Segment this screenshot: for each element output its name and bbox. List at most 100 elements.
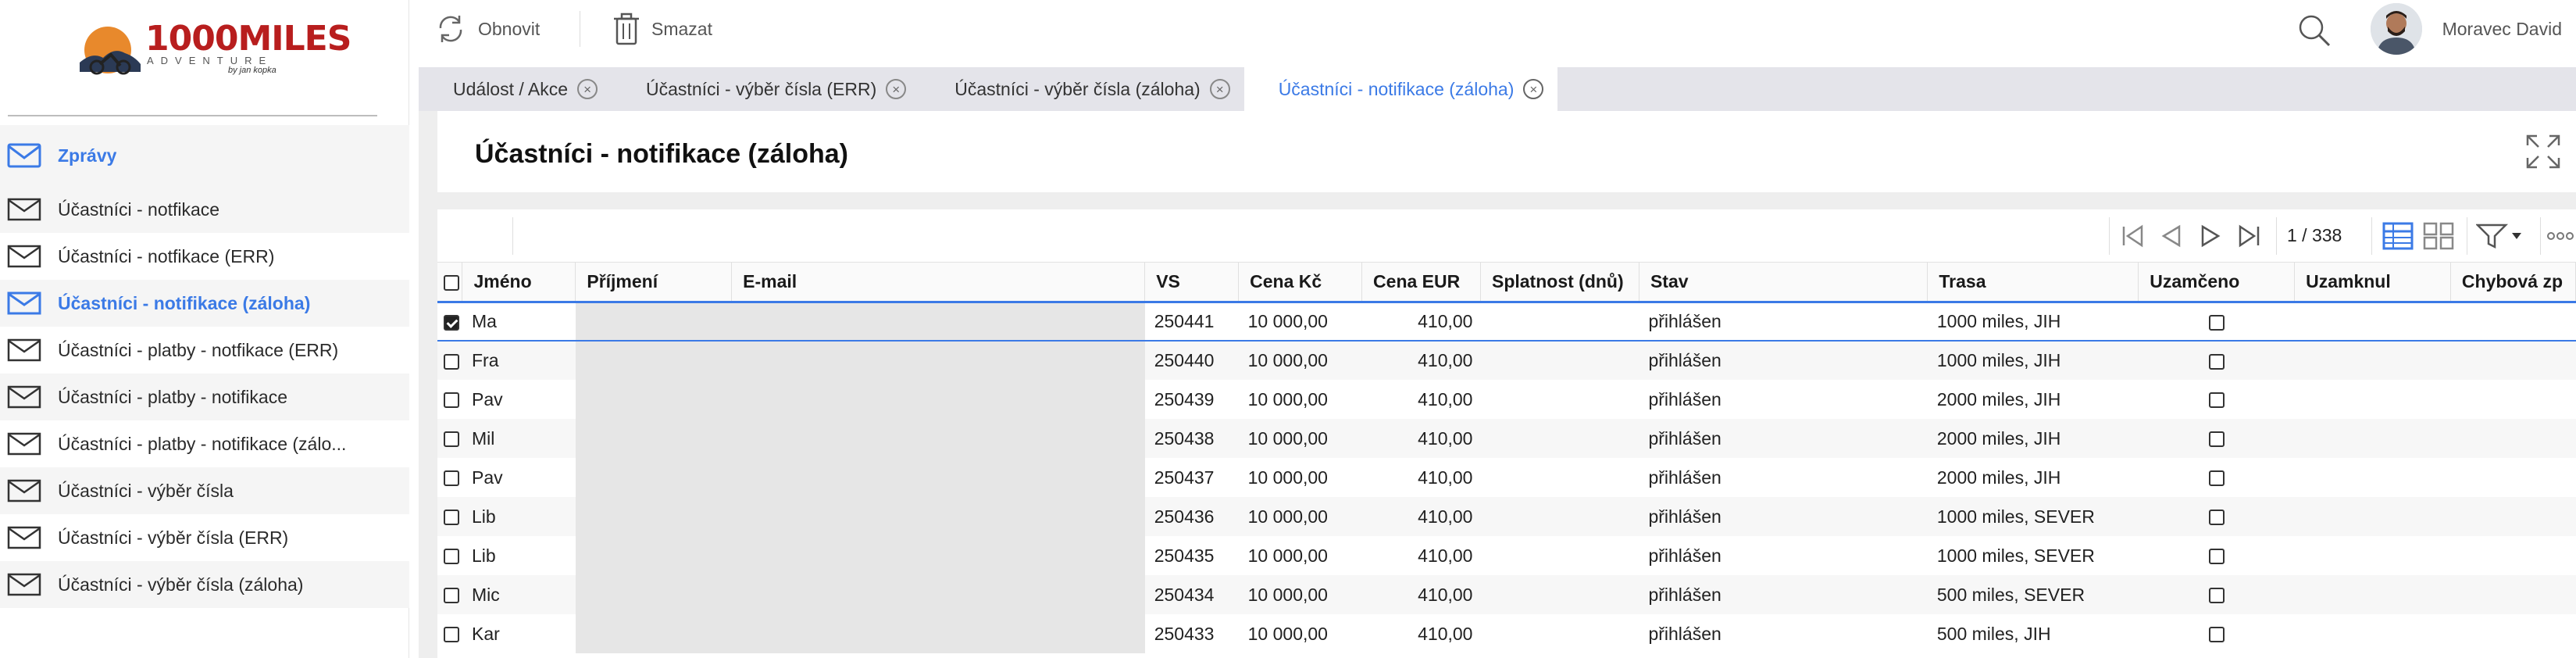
- column-header-vs[interactable]: VS: [1144, 263, 1240, 303]
- tab-vyber-cisla-err[interactable]: Účastníci - výběr čísla (ERR) ×: [612, 67, 920, 111]
- toolbar-divider: [2109, 217, 2110, 255]
- locked-checkbox[interactable]: [2208, 627, 2225, 643]
- cell-vs: 250440: [1144, 341, 1239, 380]
- tab-label: Účastníci - výběr čísla (ERR): [646, 78, 877, 99]
- user-menu[interactable]: Moravec David: [2370, 0, 2562, 58]
- select-all-checkbox[interactable]: [444, 274, 459, 291]
- cell-trasa: 2000 miles, JIH: [1927, 419, 2139, 458]
- tab-udalost-akce[interactable]: Událost / Akce ×: [419, 67, 612, 111]
- column-header-stav[interactable]: Stav: [1639, 263, 1928, 303]
- next-page-icon[interactable]: [2196, 222, 2225, 250]
- table-row[interactable]: Lib 250435 10 000,00 410,00 přihlášen 1000 mi…: [437, 536, 2576, 575]
- cell-chybova-zprava: [2450, 536, 2575, 575]
- sidebar-item-label: Účastníci - platby - notfikace (ERR): [58, 339, 339, 360]
- tab-notifikace-zaloha[interactable]: Účastníci - notifikace (záloha) ×: [1243, 67, 1558, 111]
- locked-checkbox[interactable]: [2208, 314, 2225, 331]
- row-checkbox[interactable]: [444, 470, 459, 487]
- locked-checkbox[interactable]: [2208, 431, 2225, 448]
- cell-uzamceno: [2139, 458, 2295, 497]
- sidebar-item-notifikace[interactable]: Účastníci - notfikace: [0, 186, 409, 233]
- locked-checkbox[interactable]: [2208, 588, 2225, 604]
- sidebar-item-zpravy[interactable]: Zprávy: [0, 125, 409, 186]
- row-checkbox[interactable]: [444, 353, 459, 370]
- filter-icon[interactable]: [2476, 222, 2526, 250]
- row-checkbox[interactable]: [444, 627, 459, 643]
- table-row[interactable]: Mic 250434 10 000,00 410,00 přihlášen 500 mil…: [437, 575, 2576, 614]
- sidebar-item-label: Účastníci - výběr čísla (záloha): [58, 574, 304, 595]
- refresh-button[interactable]: Obnovit: [433, 9, 540, 48]
- cell-prijmeni-redacted: [575, 341, 732, 380]
- column-header-chybova-zprava[interactable]: Chybová zp: [2450, 263, 2576, 303]
- last-page-icon[interactable]: [2235, 222, 2264, 250]
- sidebar-item-vyber-cisla-err[interactable]: Účastníci - výběr čísla (ERR): [0, 514, 409, 561]
- row-checkbox[interactable]: [444, 431, 459, 448]
- cell-stav: přihlášen: [1648, 467, 1721, 488]
- sidebar-item-notifikace-zaloha[interactable]: Účastníci - notifikace (záloha): [0, 280, 409, 327]
- cell-email-redacted: [731, 575, 1145, 614]
- cell-jmeno: Pav: [471, 388, 503, 409]
- delete-label: Smazat: [651, 18, 712, 39]
- row-checkbox[interactable]: [444, 314, 459, 331]
- page-title: Účastníci - notifikace (záloha): [475, 139, 848, 169]
- cell-email-redacted: [731, 419, 1145, 458]
- close-icon[interactable]: ×: [1209, 79, 1230, 99]
- close-icon[interactable]: ×: [577, 79, 598, 99]
- tab-vyber-cisla-zaloha[interactable]: Účastníci - výběr čísla (záloha) ×: [920, 67, 1243, 111]
- table-view-icon[interactable]: [2382, 222, 2414, 250]
- column-header-trasa[interactable]: Trasa: [1927, 263, 2139, 303]
- previous-page-icon[interactable]: [2157, 222, 2185, 250]
- table-row[interactable]: Pav 250437 10 000,00 410,00 přihlášen 2000 mi…: [437, 458, 2576, 497]
- locked-checkbox[interactable]: [2208, 510, 2225, 526]
- table-row[interactable]: Fra 250440 10 000,00 410,00 přihlášen 1000 mi…: [437, 341, 2576, 380]
- table-row[interactable]: Lib 250436 10 000,00 410,00 přihlášen 1000 mi…: [437, 497, 2576, 536]
- cell-stav: přihlášen: [1639, 301, 1928, 342]
- column-header-email[interactable]: E-mail: [731, 263, 1146, 303]
- row-checkbox[interactable]: [444, 588, 459, 604]
- mail-icon: [6, 290, 42, 316]
- table-row[interactable]: Pav 250439 10 000,00 410,00 přihlášen 2000 mi…: [437, 380, 2576, 419]
- cell-splatnost: [1480, 341, 1639, 380]
- cell-splatnost: [1480, 536, 1639, 575]
- locked-checkbox[interactable]: [2208, 392, 2225, 409]
- table-row[interactable]: Mil 250438 10 000,00 410,00 přihlášen 2000 mi…: [437, 419, 2576, 458]
- column-header-cena-eur[interactable]: Cena EUR: [1361, 263, 1481, 303]
- sidebar-item-vyber-cisla-zaloha[interactable]: Účastníci - výběr čísla (záloha): [0, 561, 409, 608]
- cell-cena-kc: 10 000,00: [1247, 623, 1328, 644]
- row-checkbox[interactable]: [444, 392, 459, 409]
- locked-checkbox[interactable]: [2208, 353, 2225, 370]
- sidebar-item-notifikace-err[interactable]: Účastníci - notfikace (ERR): [0, 233, 409, 280]
- sidebar-item-platby-notifikace[interactable]: Účastníci - platby - notifikace: [0, 374, 409, 420]
- search-icon[interactable]: [2296, 13, 2332, 48]
- expand-icon[interactable]: [2524, 133, 2562, 170]
- row-checkbox[interactable]: [444, 510, 459, 526]
- locked-checkbox[interactable]: [2208, 549, 2225, 565]
- data-table: Jméno Příjmení E-mail VS Cena Kč Cena EU…: [437, 263, 2576, 653]
- column-header-splatnost[interactable]: Splatnost (dnů): [1480, 263, 1639, 303]
- cell-prijmeni-redacted: [575, 575, 732, 614]
- locked-checkbox[interactable]: [2208, 470, 2225, 487]
- cell-uzamceno: [2138, 341, 2295, 380]
- cell-vs: 250441: [1144, 301, 1239, 342]
- column-header-prijmeni[interactable]: Příjmení: [575, 263, 733, 303]
- first-page-icon[interactable]: [2118, 222, 2146, 250]
- tile-view-icon[interactable]: [2423, 222, 2454, 250]
- column-header-cena-kc[interactable]: Cena Kč: [1238, 263, 1363, 303]
- column-header-uzamceno[interactable]: Uzamčeno: [2138, 263, 2296, 303]
- tab-bar: Událost / Akce × Účastníci - výběr čísla…: [419, 67, 2576, 111]
- cell-splatnost: [1480, 614, 1639, 653]
- column-header-uzamknul[interactable]: Uzamknul: [2294, 263, 2451, 303]
- delete-button[interactable]: Smazat: [611, 9, 712, 48]
- cell-uzamknul: [2294, 497, 2451, 536]
- sidebar-item-platby-notifikace-err[interactable]: Účastníci - platby - notfikace (ERR): [0, 327, 409, 374]
- close-icon[interactable]: ×: [886, 79, 907, 99]
- table-row[interactable]: Kar 250433 10 000,00 410,00 přihlášen 500 mil…: [437, 614, 2576, 653]
- row-checkbox[interactable]: [444, 549, 459, 565]
- more-icon[interactable]: [2545, 222, 2576, 250]
- column-header-jmeno[interactable]: Jméno: [462, 263, 576, 303]
- brand-logo[interactable]: 1000MILES ADVENTURE by jan kopka: [77, 17, 351, 80]
- select-all-checkbox-cell: [437, 263, 463, 303]
- close-icon[interactable]: ×: [1523, 79, 1544, 99]
- table-row[interactable]: Ma 250441 10 000,00 410,00 přihlášen 1000 mil…: [437, 301, 2576, 342]
- sidebar-item-platby-notifikace-zaloha[interactable]: Účastníci - platby - notifikace (zálo...: [0, 420, 409, 467]
- sidebar-item-vyber-cisla[interactable]: Účastníci - výběr čísla: [0, 467, 409, 514]
